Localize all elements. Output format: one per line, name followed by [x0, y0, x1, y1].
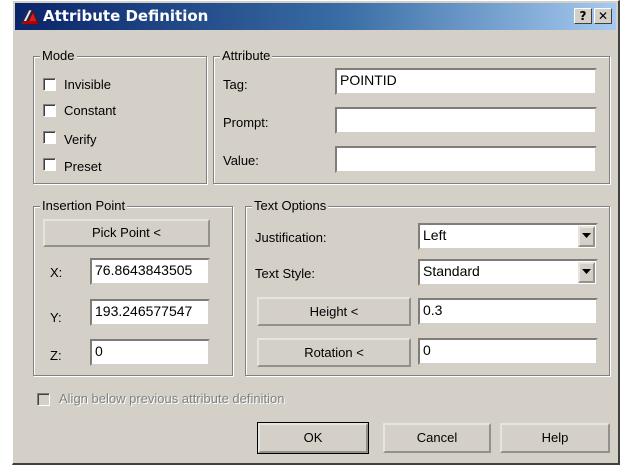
insertion-point-legend: Insertion Point — [40, 198, 128, 213]
justification-value: Left — [423, 227, 447, 243]
cancel-button[interactable]: Cancel — [383, 423, 491, 453]
attribute-group: Attribute Tag: POINTID Prompt: Value: — [213, 48, 610, 184]
height-input[interactable]: 0.3 — [418, 298, 598, 325]
text-style-select[interactable]: Standard — [418, 259, 598, 286]
constant-checkbox[interactable] — [43, 104, 56, 117]
justification-dropdown-button[interactable] — [578, 226, 595, 247]
x-label: X: — [50, 265, 63, 280]
insertion-point-group: Insertion Point Pick Point < X: 76.86438… — [33, 198, 233, 376]
chevron-down-icon — [582, 233, 591, 238]
invisible-checkbox[interactable] — [43, 78, 56, 91]
attribute-legend: Attribute — [220, 48, 273, 63]
chevron-down-icon — [582, 269, 591, 274]
y-coordinate-input[interactable]: 193.246577547 — [90, 299, 210, 326]
pick-point-button[interactable]: Pick Point < — [43, 219, 210, 247]
value-label: Value: — [223, 153, 259, 168]
preset-label[interactable]: Preset — [64, 159, 102, 174]
help-button[interactable]: Help — [500, 423, 610, 453]
tag-input[interactable]: POINTID — [335, 68, 597, 95]
preset-checkbox[interactable] — [43, 158, 56, 171]
prompt-input[interactable] — [335, 107, 597, 134]
verify-checkbox[interactable] — [43, 131, 56, 144]
prompt-label: Prompt: — [223, 115, 269, 130]
z-coordinate-input[interactable]: 0 — [90, 339, 210, 366]
rotation-input[interactable]: 0 — [418, 338, 598, 365]
verify-label[interactable]: Verify — [64, 132, 97, 147]
ok-button[interactable]: OK — [257, 422, 369, 454]
x-coordinate-input[interactable]: 76.8643843505 — [90, 258, 210, 285]
close-icon[interactable]: ✕ — [594, 8, 612, 24]
mode-group: Mode Invisible Constant Verify Preset — [33, 48, 207, 184]
mode-legend: Mode — [40, 48, 77, 63]
tag-label: Tag: — [223, 77, 248, 92]
text-style-value: Standard — [423, 263, 480, 279]
justification-select[interactable]: Left — [418, 223, 598, 250]
text-style-label: Text Style: — [255, 266, 315, 281]
justification-label: Justification: — [255, 230, 327, 245]
text-options-legend: Text Options — [252, 198, 329, 213]
height-button[interactable]: Height < — [257, 297, 411, 326]
align-below-label: Align below previous attribute definitio… — [59, 391, 285, 406]
align-below-checkbox[interactable] — [37, 393, 50, 406]
rotation-button[interactable]: Rotation < — [257, 338, 411, 367]
value-input[interactable] — [335, 146, 597, 173]
text-options-group: Text Options Justification: Left Text St… — [245, 198, 610, 376]
title-bar[interactable]: Attribute Definition ? ✕ — [15, 3, 616, 30]
help-title-button[interactable]: ? — [574, 8, 592, 24]
z-label: Z: — [50, 348, 62, 363]
y-label: Y: — [50, 310, 62, 325]
autocad-app-icon — [21, 9, 39, 25]
invisible-label[interactable]: Invisible — [64, 77, 111, 92]
text-style-dropdown-button[interactable] — [578, 262, 595, 283]
attribute-definition-dialog: Attribute Definition ? ✕ Mode Invisible … — [12, 0, 620, 465]
constant-label[interactable]: Constant — [64, 103, 116, 118]
window-title: Attribute Definition — [43, 7, 209, 25]
